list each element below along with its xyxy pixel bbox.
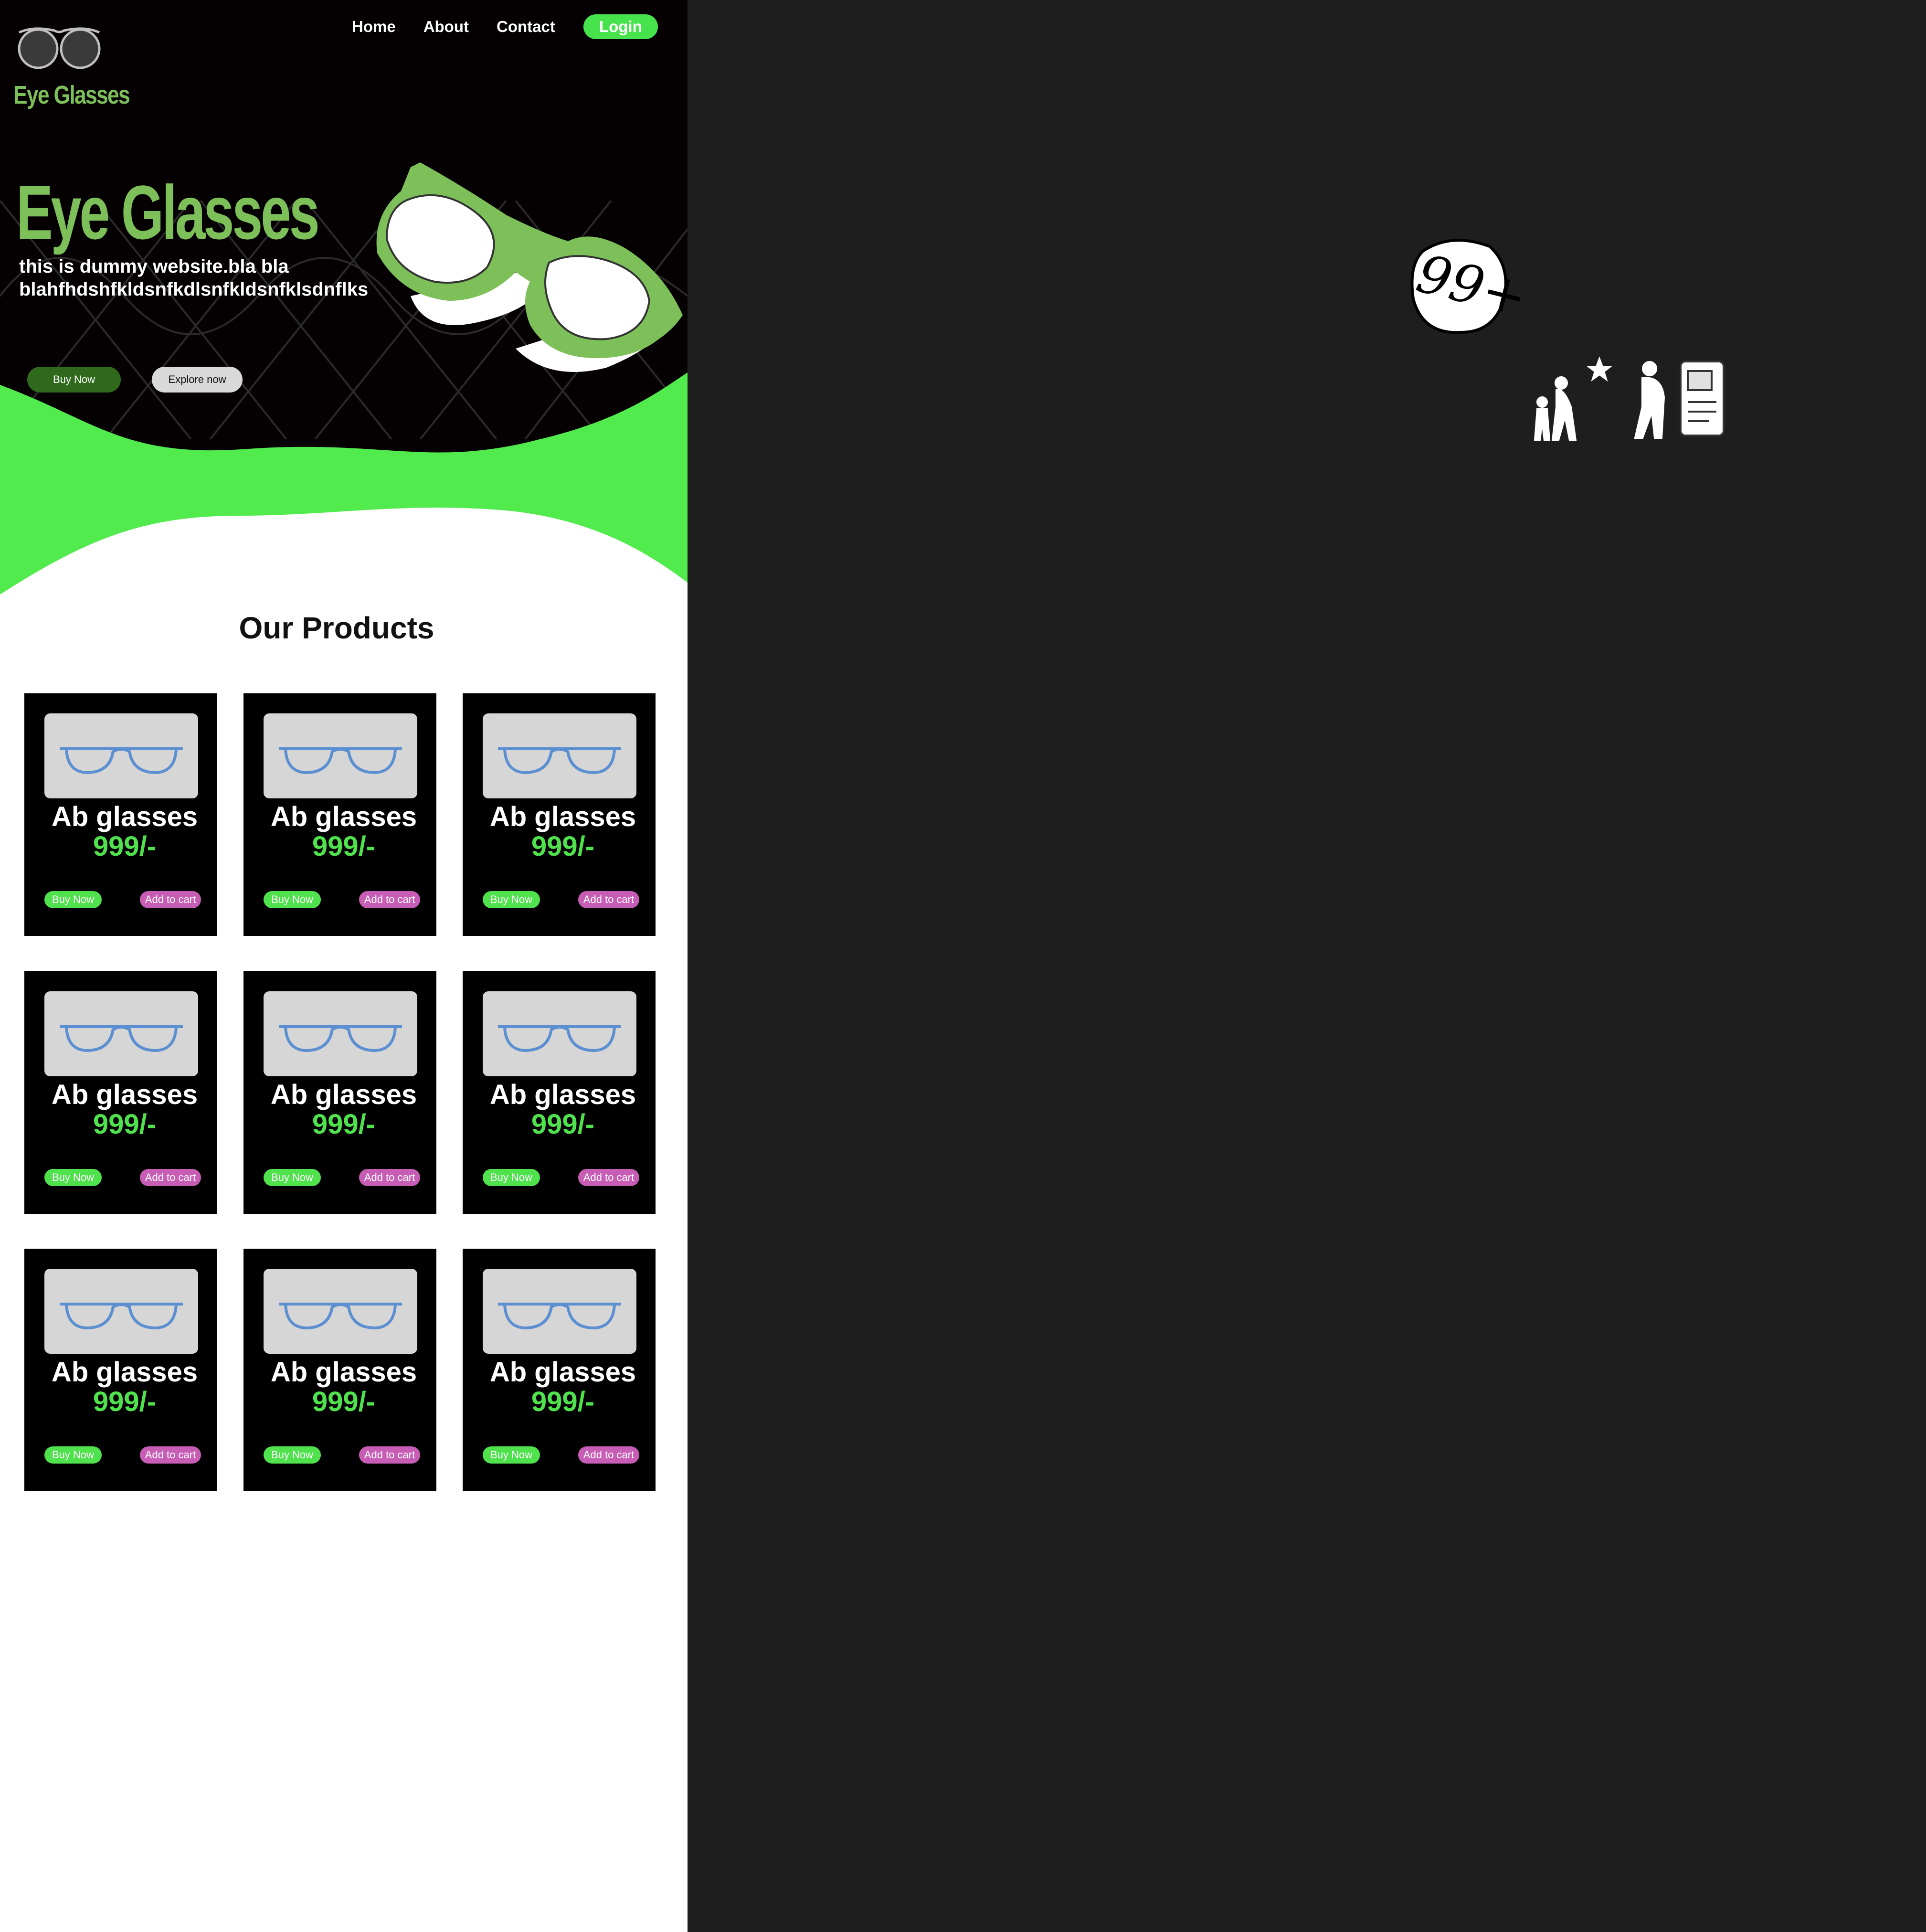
product-image [483,713,636,798]
blue-glasses-icon [60,747,183,775]
people-illustration-icon [1534,356,1725,441]
blue-glasses-icon [498,747,621,775]
product-buy-now-button[interactable]: Buy Now [264,1446,321,1464]
product-price: 999/- [531,1386,595,1417]
hero-explore-button[interactable]: Explore now [152,367,243,393]
product-buy-now-button[interactable]: Buy Now [44,1446,102,1464]
product-price: 999/- [93,1386,157,1417]
product-buy-now-button[interactable]: Buy Now [483,891,540,908]
product-card: Ab glasses 999/- Buy Now Add to cart [243,693,436,936]
blue-glasses-icon [498,1303,621,1330]
blue-glasses-icon [60,1303,183,1330]
products-section-title: Our Products [239,611,434,645]
product-price: 999/- [312,831,376,862]
product-image [264,713,417,798]
product-buy-now-button[interactable]: Buy Now [264,1169,321,1186]
brand-logo-text: Eye Glasses [13,81,130,109]
hero-title: Eye Glasses [16,170,320,255]
hero-section: Eye Glasses Home About Contact Login Eye… [0,0,688,597]
product-price: 999/- [93,831,157,862]
product-add-to-cart-button[interactable]: Add to cart [359,1446,420,1464]
product-image [264,991,417,1076]
product-name: Ab glasses [51,1357,198,1388]
blue-glasses-icon [279,1303,402,1330]
nav-contact[interactable]: Contact [497,16,555,37]
product-add-to-cart-button[interactable]: Add to cart [140,1446,201,1464]
hero-description: this is dummy website.bla bla blahfhdshf… [19,256,369,300]
login-button[interactable]: Login [583,14,658,39]
product-image [264,1269,417,1354]
nav-home[interactable]: Home [352,16,396,37]
product-card: Ab glasses 999/- Buy Now Add to cart [24,971,217,1214]
product-card: Ab glasses 999/- Buy Now Add to cart [463,693,656,936]
product-price: 999/- [531,831,595,862]
product-buy-now-button[interactable]: Buy Now [483,1169,540,1186]
webpage-frame: Eye Glasses Home About Contact Login Eye… [0,0,688,1932]
hero-buy-now-button[interactable]: Buy Now [27,367,121,393]
product-card: Ab glasses 999/- Buy Now Add to cart [24,1249,217,1491]
green-glasses-icon [376,162,683,372]
product-add-to-cart-button[interactable]: Add to cart [359,1169,420,1186]
product-card: Ab glasses 999/- Buy Now Add to cart [463,1249,656,1491]
product-card: Ab glasses 999/- Buy Now Add to cart [24,693,217,936]
product-add-to-cart-button[interactable]: Add to cart [578,1169,639,1186]
product-name: Ab glasses [489,801,636,832]
product-buy-now-button[interactable]: Buy Now [264,891,321,908]
product-add-to-cart-button[interactable]: Add to cart [578,1446,639,1464]
product-name: Ab glasses [489,1357,636,1388]
product-price: 999/- [312,1109,376,1140]
product-price: 999/- [93,1109,157,1140]
product-price: 999/- [531,1109,595,1140]
product-buy-now-button[interactable]: Buy Now [44,891,102,908]
product-card: Ab glasses 999/- Buy Now Add to cart [243,1249,436,1491]
product-name: Ab glasses [51,1079,198,1110]
product-image [483,1269,636,1354]
product-add-to-cart-button[interactable]: Add to cart [140,1169,201,1186]
blue-glasses-icon [279,747,402,775]
product-buy-now-button[interactable]: Buy Now [483,1446,540,1464]
product-name: Ab glasses [270,1079,417,1110]
top-nav: Home About Contact Login [352,14,658,39]
product-add-to-cart-button[interactable]: Add to cart [140,891,201,908]
product-add-to-cart-button[interactable]: Add to cart [578,891,639,908]
product-name: Ab glasses [270,1357,417,1388]
product-add-to-cart-button[interactable]: Add to cart [359,891,420,908]
product-image [483,991,636,1076]
blue-glasses-icon [279,1025,402,1052]
product-name: Ab glasses [489,1079,636,1110]
product-card: Ab glasses 999/- Buy Now Add to cart [243,971,436,1214]
product-name: Ab glasses [270,801,417,832]
product-image [44,713,198,798]
product-image [44,1269,198,1354]
blue-glasses-icon [498,1025,621,1052]
product-card: Ab glasses 999/- Buy Now Add to cart [463,971,656,1214]
product-price: 999/- [312,1386,376,1417]
product-buy-now-button[interactable]: Buy Now [44,1169,102,1186]
nav-about[interactable]: About [423,16,469,37]
eyeglasses-icon [18,27,101,69]
blue-glasses-icon [60,1025,183,1052]
product-image [44,991,198,1076]
product-name: Ab glasses [51,801,198,832]
